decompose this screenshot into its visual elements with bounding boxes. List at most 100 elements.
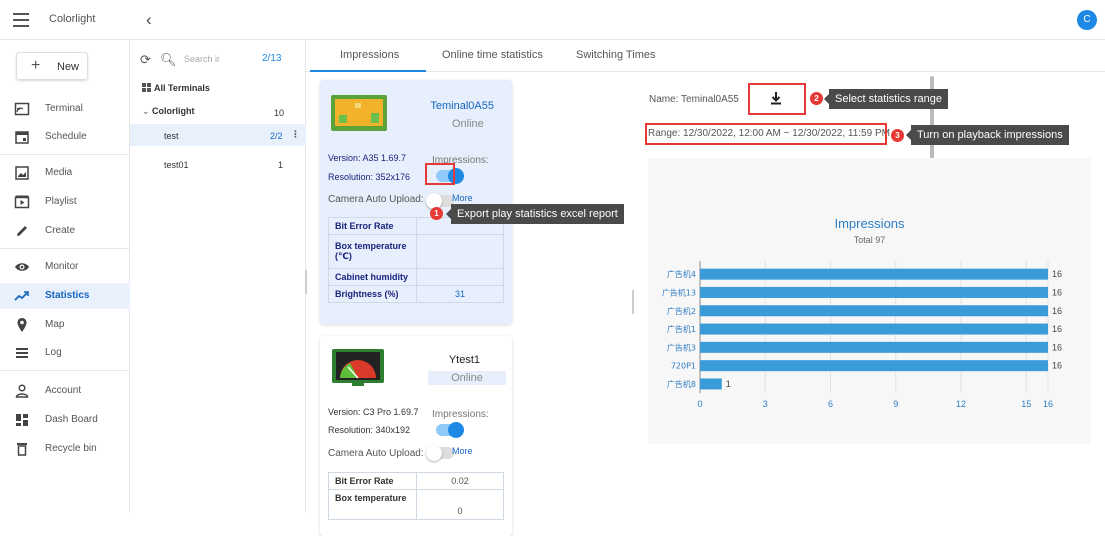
annotation-number: 1 xyxy=(430,207,443,220)
bar xyxy=(700,323,1048,335)
metric-value xyxy=(416,268,504,286)
metric-value: 0 xyxy=(416,489,504,520)
data-label: 16 xyxy=(1052,269,1062,279)
data-label: 16 xyxy=(1052,361,1062,371)
table-row: Box temperature 0 xyxy=(328,489,504,520)
annotation-tooltip: Export play statistics excel report xyxy=(446,204,624,224)
search-input[interactable]: Search ir xyxy=(184,54,220,64)
person-icon xyxy=(15,384,29,398)
sidebar-item-label: Terminal xyxy=(45,103,83,114)
bar xyxy=(700,341,1048,353)
tree-node-test01[interactable]: test01 xyxy=(164,160,189,170)
sidebar-item-label: Media xyxy=(45,167,73,178)
panel-resize-handle[interactable] xyxy=(305,270,307,294)
sidebar-item-create[interactable]: Create xyxy=(0,218,130,244)
chart-line-icon xyxy=(14,291,29,301)
annotation-tooltip: Select statistics range xyxy=(824,89,948,109)
refresh-icon[interactable]: ⟳ xyxy=(140,52,151,68)
sidebar-item-account[interactable]: Account xyxy=(0,378,130,404)
sidebar-item-log[interactable]: Log xyxy=(0,340,130,366)
search-icon[interactable]: 🔍︎ xyxy=(160,52,177,68)
data-label: 16 xyxy=(1052,306,1062,316)
table-row: Bit Error Rate 0.02 xyxy=(328,472,504,490)
dashboard-icon xyxy=(16,414,28,426)
data-label: 16 xyxy=(1052,324,1062,334)
more-link[interactable]: More xyxy=(452,446,473,456)
avatar[interactable]: C xyxy=(1077,10,1097,30)
list-icon xyxy=(16,348,28,358)
pencil-icon xyxy=(17,226,27,236)
tree-node-all-terminals[interactable]: All Terminals xyxy=(154,83,210,93)
top-bar: Colorlight ‹ C xyxy=(0,0,1105,40)
bar xyxy=(700,286,1048,298)
x-tick-label: 15 xyxy=(1021,399,1031,409)
y-tick-label: 广告机13 xyxy=(662,287,696,297)
terminal-card[interactable]: Ytest1 Online Version: C3 Pro 1.69.7 Res… xyxy=(320,336,512,536)
annotation-highlight xyxy=(645,123,887,145)
terminal-name-label: Name: Teminal0A55 xyxy=(649,94,739,105)
metric-key: Brightness (%) xyxy=(328,285,417,303)
sidebar-item-label: Monitor xyxy=(45,261,79,272)
sidebar-item-dashboard[interactable]: Dash Board xyxy=(0,407,130,433)
more-link[interactable]: More xyxy=(452,193,473,203)
sidebar-item-playlist[interactable]: Playlist xyxy=(0,189,130,215)
more-vertical-icon[interactable]: ⋮ xyxy=(291,129,300,140)
grid-icon xyxy=(142,83,151,92)
tab-online-time-statistics[interactable]: Online time statistics xyxy=(442,49,543,61)
sidebar-item-terminal[interactable]: Terminal xyxy=(0,96,130,122)
calendar-icon xyxy=(15,131,29,144)
terminal-card[interactable]: Teminal0A55 Online Version: A35 1.69.7 R… xyxy=(320,80,512,324)
bar xyxy=(700,305,1048,317)
camera-upload-label: Camera Auto Upload: xyxy=(328,448,424,459)
new-button[interactable]: + New xyxy=(16,52,88,80)
sidebar-item-statistics[interactable]: Statistics xyxy=(0,283,130,309)
metric-key: Box temperature xyxy=(328,489,417,520)
x-tick-label: 16 xyxy=(1043,399,1053,409)
screen-thumbnail-icon xyxy=(332,349,384,386)
tab-impressions[interactable]: Impressions xyxy=(340,49,399,61)
sidebar-item-monitor[interactable]: Monitor xyxy=(0,254,130,280)
sidebar-item-label: Map xyxy=(45,319,65,330)
terminal-name: Ytest1 xyxy=(448,354,480,366)
x-tick-label: 12 xyxy=(956,399,966,409)
table-row: Cabinet humidity xyxy=(328,268,504,286)
impressions-label: Impressions: xyxy=(432,409,489,420)
sidebar-item-media[interactable]: Media xyxy=(0,160,130,186)
y-tick-label: 广告机1 xyxy=(667,324,696,334)
table-row: Box temperature (℃) xyxy=(328,234,504,269)
collapse-sidebar-button[interactable]: ‹ xyxy=(146,10,152,30)
menu-icon[interactable] xyxy=(13,13,29,27)
y-tick-label: 720P1 xyxy=(671,362,696,371)
y-tick-label: 广告机8 xyxy=(667,379,696,389)
tree-node-count: 1 xyxy=(278,160,284,170)
x-tick-label: 0 xyxy=(697,399,702,409)
impressions-toggle[interactable] xyxy=(436,422,464,438)
bar-chart: 广告机4 16广告机13 16广告机2 16广告机1 16广告机3 16720P1 16广告… xyxy=(662,261,1062,409)
metric-key: Bit Error Rate xyxy=(328,217,417,235)
annotation-highlight xyxy=(425,163,455,185)
sidebar-item-recycle-bin[interactable]: Recycle bin xyxy=(0,436,130,462)
sidebar-item-label: Log xyxy=(45,347,62,358)
camera-upload-label: Camera Auto Upload: xyxy=(328,194,424,205)
sidebar-item-label: Recycle bin xyxy=(45,443,97,454)
tree-node-count: 2/2 xyxy=(270,131,283,141)
sidebar-item-map[interactable]: Map xyxy=(0,312,130,338)
metric-key: Bit Error Rate xyxy=(328,472,417,490)
camera-upload-toggle[interactable] xyxy=(426,445,454,461)
data-label: 16 xyxy=(1052,287,1062,297)
tab-switching-times[interactable]: Switching Times xyxy=(576,49,655,61)
impressions-chart: Impressions Total 97 广告机4 16 广告机13 16 广告机2 16… xyxy=(648,158,1091,444)
annotation-number: 3 xyxy=(891,129,904,142)
terminal-name: Teminal0A55 xyxy=(430,100,494,112)
sidebar-item-label: Playlist xyxy=(45,196,77,207)
metric-value: 31 xyxy=(416,285,504,303)
sidebar-item-label: Dash Board xyxy=(45,414,98,425)
resolution-text: Resolution: 340x192 xyxy=(328,425,411,435)
chevron-down-icon[interactable]: ⌄ xyxy=(142,106,150,117)
sidebar-item-schedule[interactable]: Schedule xyxy=(0,124,130,150)
annotation-tooltip: Turn on playback impressions xyxy=(906,125,1069,145)
tree-node-colorlight[interactable]: Colorlight xyxy=(152,106,195,116)
x-tick-label: 3 xyxy=(763,399,768,409)
media-icon xyxy=(15,166,29,180)
annotation-number: 2 xyxy=(810,92,823,105)
